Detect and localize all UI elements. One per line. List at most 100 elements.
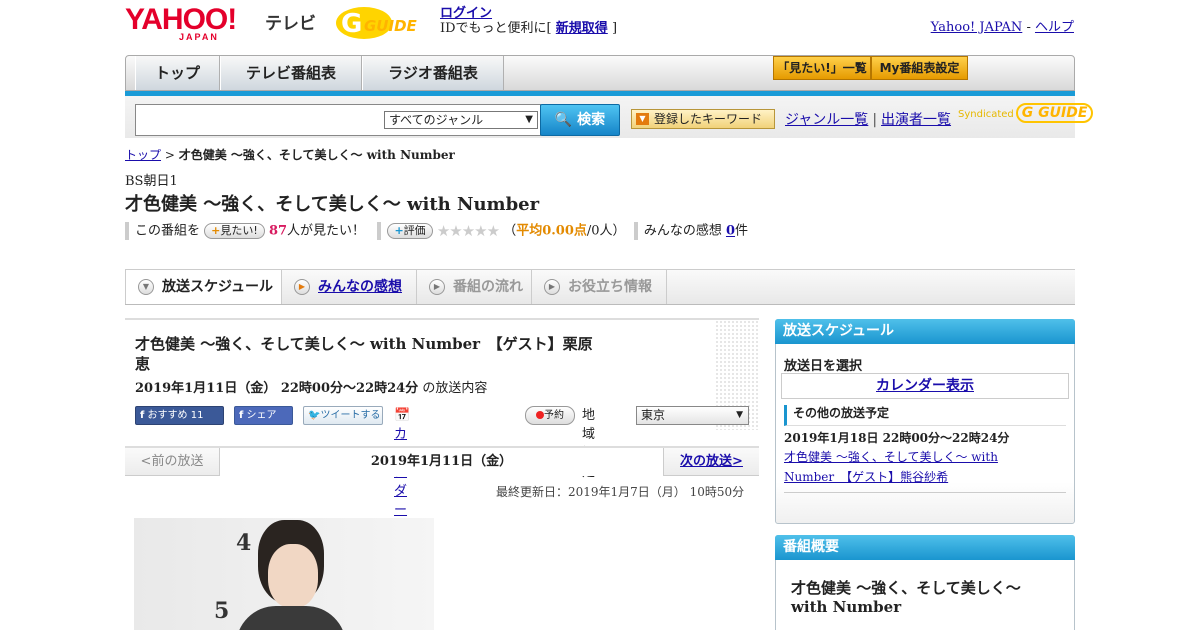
id-text: IDでもっと便利に[ bbox=[440, 21, 552, 36]
rating-stars-icon: ★★★★★ bbox=[436, 222, 500, 240]
tab-label: お役立ち情報 bbox=[568, 279, 652, 295]
tab-useful-info[interactable]: ▶ お役立ち情報 bbox=[532, 270, 667, 304]
breadcrumb-top-link[interactable]: トップ bbox=[125, 148, 161, 162]
registered-keywords-label: 登録したキーワード bbox=[654, 112, 763, 126]
calendar-icon: 📅 bbox=[394, 408, 411, 423]
select-date-label: 放送日を選択 bbox=[784, 359, 863, 374]
facebook-recommend-button[interactable]: f おすすめ 11 bbox=[135, 406, 224, 425]
my-schedule-settings-button[interactable]: My番組表設定 bbox=[871, 56, 968, 80]
reserve-label: 予約 bbox=[544, 410, 564, 421]
photo-number: 4 bbox=[236, 530, 252, 556]
mitai-suffix: 人が見たい！ bbox=[287, 223, 366, 239]
tab-broadcast-schedule[interactable]: ▼ 放送スケジュール bbox=[125, 270, 282, 304]
tab-program-flow[interactable]: ▶ 番組の流れ bbox=[417, 270, 532, 304]
yahoo-japan-logo[interactable]: YAHOO! JAPAN bbox=[125, 3, 237, 43]
genre-select-value: すべてのジャンル bbox=[389, 113, 484, 127]
calendar-display-link[interactable]: カレンダー表示 bbox=[876, 378, 974, 394]
other-schedule-link[interactable]: 才色健美 ～強く、そして美しく～ with Number 【ゲスト】熊谷紗希 bbox=[784, 450, 998, 484]
facebook-share-label: シェア bbox=[246, 410, 277, 421]
tab-impressions[interactable]: ▶ みんなの感想 bbox=[282, 270, 417, 304]
photo-face bbox=[268, 544, 318, 608]
facebook-share-button[interactable]: f シェア bbox=[234, 406, 293, 425]
next-broadcast-link[interactable]: 次の放送> bbox=[680, 454, 743, 469]
rate-button-label: 評価 bbox=[403, 224, 426, 237]
region-select-value: 東京 bbox=[641, 408, 666, 422]
other-schedule-item: 才色健美 ～強く、そして美しく～ with Number 【ゲスト】熊谷紗希 bbox=[784, 447, 1044, 487]
registered-keywords-button[interactable]: ▼ 登録したキーワード bbox=[631, 109, 775, 129]
twitter-icon: 🐦 bbox=[308, 410, 321, 421]
other-schedule-heading: その他の放送予定 bbox=[784, 405, 1066, 426]
yahoo-logo-text: YAHOO! bbox=[125, 3, 237, 36]
episode-pager: <前の放送 2019年1月11日（金） 次の放送> bbox=[125, 446, 759, 476]
last-updated: 最終更新日：2019年1月7日（月） 10時50分 bbox=[496, 485, 745, 499]
breadcrumb: トップ > 才色健美 ～強く、そして美しく～ with Number bbox=[125, 146, 455, 163]
reserve-button[interactable]: 予約 bbox=[525, 406, 575, 425]
tab-arrow-icon: ▶ bbox=[429, 279, 445, 295]
mitai-button-label: 見たい! bbox=[220, 224, 258, 237]
g-guide-small-logo: G GUIDE bbox=[1015, 103, 1094, 123]
search-button[interactable]: 🔍 検索 bbox=[540, 104, 620, 136]
breadcrumb-separator: > bbox=[164, 148, 175, 162]
nav-tab-radio-schedule[interactable]: ラジオ番組表 bbox=[362, 56, 504, 90]
mitai-list-button[interactable]: 「見たい!」一覧 bbox=[773, 56, 871, 80]
divider-bar bbox=[125, 222, 129, 240]
cast-list-link[interactable]: 出演者一覧 bbox=[881, 112, 951, 128]
facebook-icon: f bbox=[140, 410, 145, 421]
divider-bar bbox=[633, 222, 638, 240]
dropdown-arrow-icon: ▼ bbox=[736, 410, 743, 420]
login-box: ログイン IDでもっと便利に[ 新規取得 ] bbox=[440, 6, 617, 36]
channel-name: BS朝日1 bbox=[125, 174, 178, 189]
impressions-suffix: 件 bbox=[735, 223, 749, 239]
divider-bar bbox=[377, 222, 382, 240]
genre-select[interactable]: すべてのジャンル ▼ bbox=[384, 111, 538, 129]
mitai-button[interactable]: +見たい! bbox=[204, 223, 265, 239]
avg-people: /0人） bbox=[586, 223, 626, 239]
nav-tab-top[interactable]: トップ bbox=[135, 56, 220, 90]
signup-link[interactable]: 新規取得 bbox=[556, 21, 608, 36]
nav-tab-tv-schedule[interactable]: テレビ番組表 bbox=[220, 56, 362, 90]
program-actions: この番組を +見たい! 87人が見たい！ +評価 ★★★★★ （平均0.00点/… bbox=[125, 221, 748, 241]
plus-icon: + bbox=[211, 224, 221, 237]
yahoo-japan-link[interactable]: Yahoo! JAPAN bbox=[931, 20, 1023, 35]
calendar-display-button[interactable]: カレンダー表示 bbox=[781, 373, 1069, 399]
photo-body bbox=[236, 606, 346, 630]
tab-arrow-icon: ▶ bbox=[544, 279, 560, 295]
plus-icon: + bbox=[394, 224, 404, 237]
tab-arrow-icon: ▼ bbox=[138, 279, 154, 295]
login-link[interactable]: ログイン bbox=[440, 6, 492, 21]
tab-label: 放送スケジュール bbox=[162, 279, 274, 295]
summary-title: 才色健美 ～強く、そして美しく～ with Number bbox=[791, 579, 1021, 616]
region-select[interactable]: 東京 ▼ bbox=[636, 406, 749, 425]
avg-label: 平均 bbox=[516, 223, 543, 239]
other-schedule-date: 2019年1月18日 22時00分～22時24分 bbox=[784, 431, 1010, 445]
divider bbox=[784, 492, 1066, 493]
impressions-count-link[interactable]: 0 bbox=[726, 224, 735, 239]
help-link[interactable]: ヘルプ bbox=[1035, 20, 1074, 35]
search-icon: 🔍 bbox=[554, 112, 573, 128]
tweet-button[interactable]: 🐦ツイートする bbox=[303, 406, 383, 425]
prev-broadcast: <前の放送 bbox=[125, 448, 220, 476]
g-guide-logo-g: G bbox=[341, 9, 362, 39]
tab-label: 番組の流れ bbox=[453, 279, 523, 295]
tweet-label: ツイートする bbox=[320, 410, 381, 421]
photo-number: 5 bbox=[214, 598, 230, 624]
tab-arrow-icon: ▶ bbox=[294, 279, 310, 295]
episode-title: 才色健美 ～強く、そして美しく～ with Number 【ゲスト】栗原恵 bbox=[135, 335, 593, 373]
genre-list-link[interactable]: ジャンル一覧 bbox=[785, 112, 868, 128]
id-close: ] bbox=[611, 21, 618, 36]
program-tabs: ▼ 放送スケジュール ▶ みんなの感想 ▶ 番組の流れ ▶ お役立ち情報 bbox=[125, 269, 1075, 305]
page-title: 才色健美 ～強く、そして美しく～ with Number bbox=[125, 194, 540, 215]
tab-label: みんなの感想 bbox=[318, 279, 402, 295]
g-guide-logo-text: GUIDE bbox=[364, 17, 418, 35]
g-guide-logo[interactable]: G GUIDE bbox=[334, 5, 430, 41]
header-separator: - bbox=[1026, 20, 1031, 35]
facebook-recommend-label: おすすめ 11 bbox=[147, 410, 204, 421]
link-divider: | bbox=[872, 112, 878, 128]
episode-date-time: 2019年1月11日（金） 22時00分～22時24分 bbox=[135, 381, 419, 396]
pager-date: 2019年1月11日（金） bbox=[220, 448, 663, 476]
guest-photo: 4 5 bbox=[134, 518, 434, 630]
tv-logo-text[interactable]: テレビ bbox=[265, 9, 316, 34]
search-links: ジャンル一覧 | 出演者一覧 bbox=[785, 109, 951, 129]
rate-button[interactable]: +評価 bbox=[387, 223, 433, 239]
episode-date: 2019年1月11日（金） 22時00分～22時24分 の放送内容 bbox=[135, 377, 487, 396]
